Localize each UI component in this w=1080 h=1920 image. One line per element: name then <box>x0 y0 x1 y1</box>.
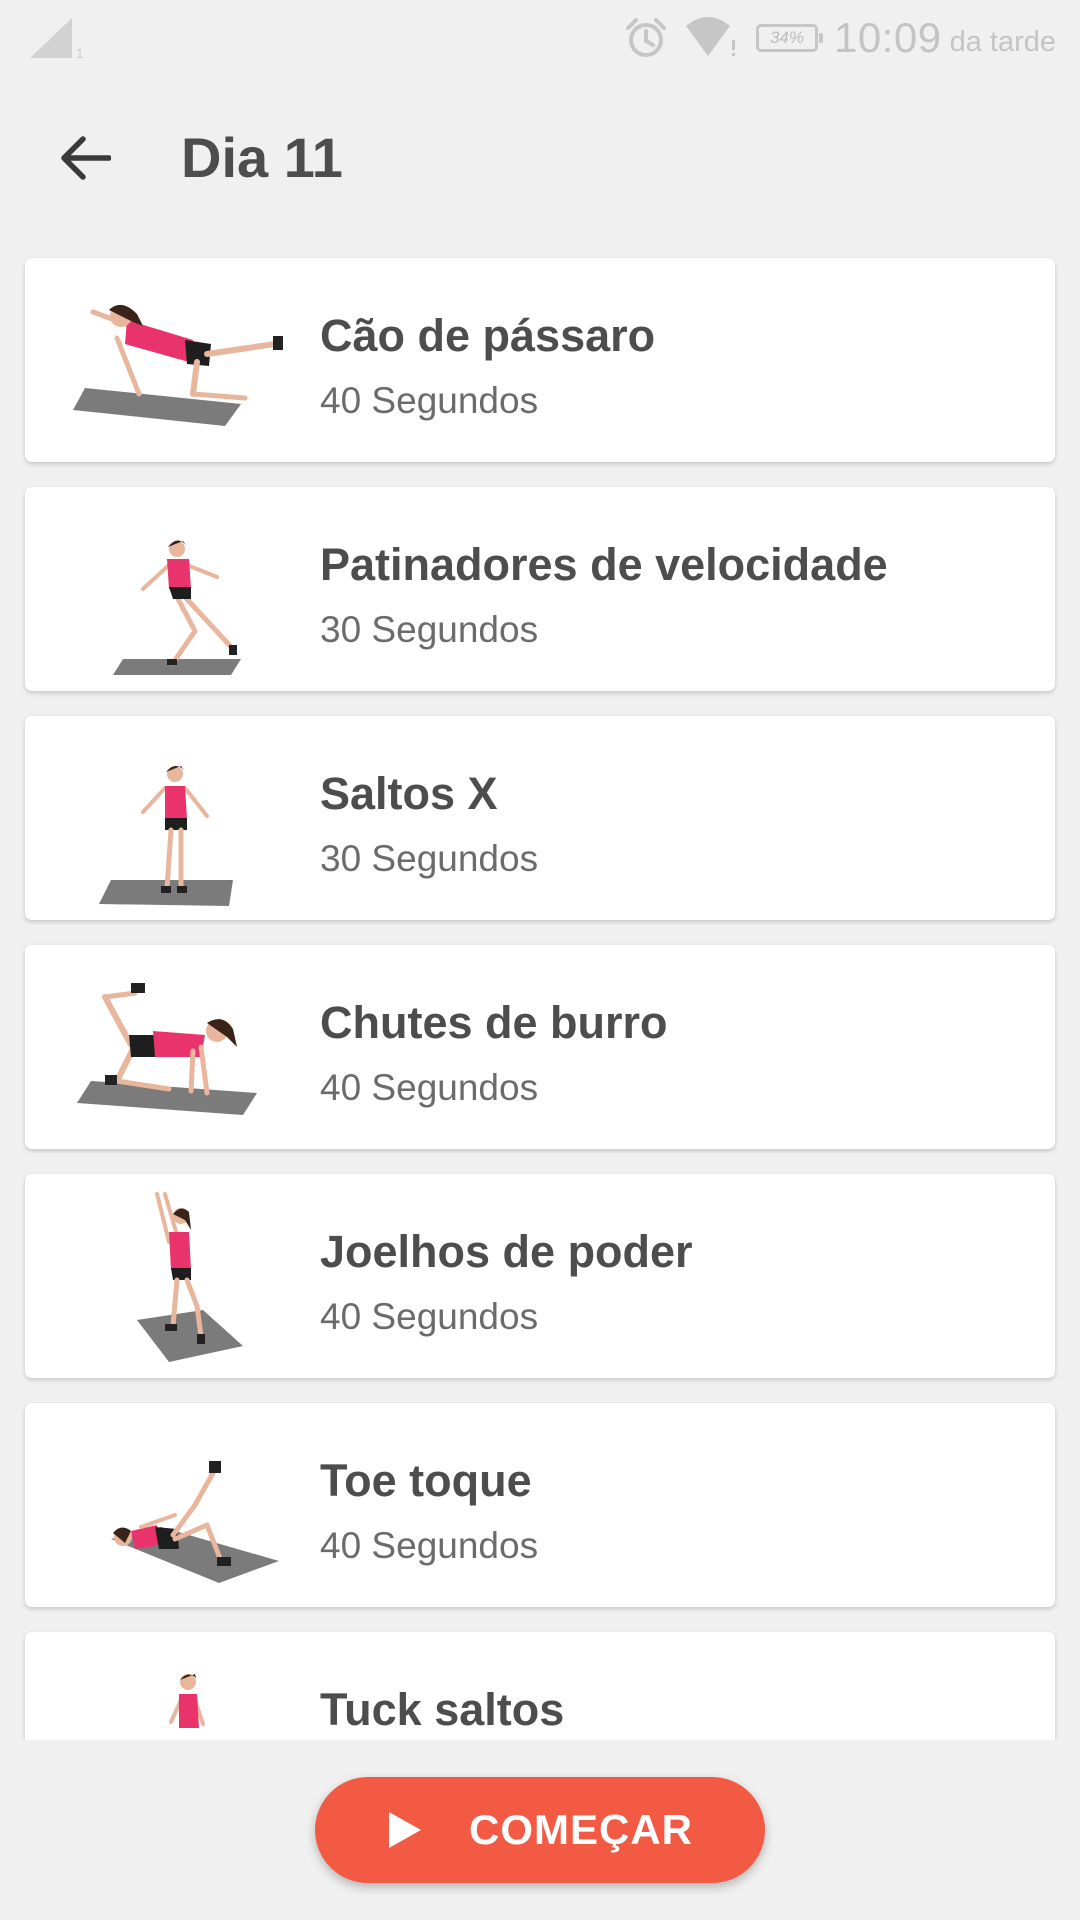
signal-icon: 1 <box>30 18 84 60</box>
wifi-icon <box>685 17 735 56</box>
arrow-left-icon <box>61 136 111 180</box>
exercise-name: Chutes de burro <box>320 997 668 1048</box>
app-bar: Dia 11 <box>0 100 1080 216</box>
exercise-thumbnail <box>169 1674 205 1728</box>
exercise-name: Joelhos de poder <box>320 1226 693 1277</box>
exercise-card[interactable]: Saltos X 30 Segundos <box>25 716 1055 920</box>
exercise-name: Saltos X <box>320 768 498 819</box>
start-button-label: COMEÇAR <box>469 1806 693 1853</box>
clock-period: da tarde <box>949 25 1056 58</box>
clock-time: 10:09 <box>833 14 942 61</box>
exercise-name: Tuck saltos <box>320 1684 565 1735</box>
exercise-thumbnail <box>73 304 283 426</box>
exercise-duration: 30 Segundos <box>320 838 539 879</box>
exercise-thumbnail <box>77 983 257 1115</box>
exercise-duration: 40 Segundos <box>320 1525 539 1566</box>
battery-indicator: 34% <box>755 24 823 52</box>
svg-text:1: 1 <box>76 47 84 60</box>
exercise-duration: 40 Segundos <box>320 1296 539 1337</box>
page-title: Dia 11 <box>181 126 343 189</box>
exercise-thumbnail <box>137 1192 243 1362</box>
status-bar: 1 34% 10:09 da tarde <box>0 0 1080 76</box>
exercise-list[interactable]: Cão de pássaro 40 Segundos Patinadores d… <box>0 240 1080 1740</box>
exercise-card[interactable]: Joelhos de poder 40 Segundos <box>25 1174 1055 1378</box>
exercise-duration: 30 Segundos <box>320 609 539 650</box>
exercise-thumbnail <box>113 540 241 675</box>
exercise-name: Cão de pássaro <box>320 310 656 361</box>
status-bar-right: 34% 10:09 da tarde <box>624 10 1056 66</box>
back-button[interactable] <box>40 118 130 198</box>
exercise-card[interactable]: Chutes de burro 40 Segundos <box>25 945 1055 1149</box>
exercise-thumbnail <box>99 765 233 906</box>
exercise-duration: 40 Segundos <box>320 1067 539 1108</box>
start-button[interactable]: COMEÇAR <box>315 1777 765 1883</box>
exercise-name: Patinadores de velocidade <box>320 539 888 590</box>
exercise-name: Toe toque <box>320 1455 532 1506</box>
exercise-thumbnail <box>111 1461 279 1583</box>
screen: 1 34% 10:09 da tarde Dia 11 Cão de pássa… <box>0 0 1080 1920</box>
alarm-icon <box>625 18 666 57</box>
play-icon <box>389 1812 421 1848</box>
exercise-card[interactable]: Cão de pássaro 40 Segundos <box>25 258 1055 462</box>
exercise-duration: 40 Segundos <box>320 380 539 421</box>
exercise-card[interactable]: Patinadores de velocidade 30 Segundos <box>25 487 1055 691</box>
exercise-card[interactable]: Tuck saltos <box>25 1632 1055 1740</box>
exercise-card[interactable]: Toe toque 40 Segundos <box>25 1403 1055 1607</box>
